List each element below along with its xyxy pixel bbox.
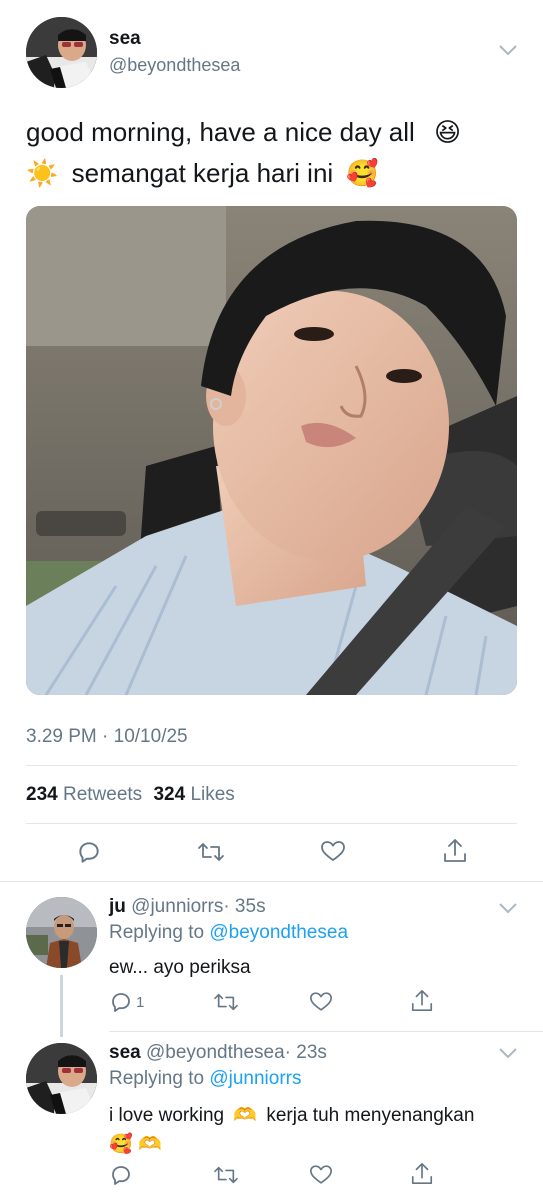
divider: [109, 1031, 543, 1032]
smiling-hearts-emoji: 🥰: [346, 158, 379, 188]
replying-to-handle[interactable]: @beyondthesea: [209, 922, 348, 943]
tweet-text-line-1: good morning, have a nice day all 😆: [26, 112, 526, 153]
share-icon[interactable]: [442, 837, 468, 865]
tweet-text-line2: semangat kerja hari ini: [71, 158, 334, 188]
sun-emoji: ☀️: [26, 158, 59, 188]
reply-author-handle[interactable]: @beyondthesea: [146, 1042, 285, 1063]
retweet-icon[interactable]: [197, 840, 225, 864]
replying-to-prefix: Replying to: [109, 922, 205, 943]
replying-to: Replying to @junniorrs: [109, 1068, 302, 1090]
reply-text: ew... ayo periksa: [109, 957, 251, 978]
reply-icon[interactable]: [109, 990, 133, 1014]
heart-hands-emoji: 🫶: [137, 1134, 162, 1155]
reply-time[interactable]: · 23s: [285, 1042, 327, 1063]
tweet-timestamp[interactable]: 3.29 PM · 10/10/25: [26, 726, 188, 748]
tweet-photo[interactable]: [26, 206, 517, 695]
replying-to-prefix: Replying to: [109, 1068, 205, 1089]
like-label[interactable]: Likes: [190, 784, 234, 805]
reply-text-line-1: i love working 🫶 kerja tuh menyenangkan: [109, 1101, 529, 1130]
retweet-label[interactable]: Retweets: [63, 784, 142, 805]
reply-text: i love working 🫶 kerja tuh menyenangkan …: [109, 1101, 529, 1159]
tweet-stats: 234 Retweets 324 Likes: [26, 784, 235, 806]
reply-header: sea @beyondthesea· 23s: [109, 1042, 327, 1064]
reply-author-handle[interactable]: @junniorrs: [131, 896, 223, 917]
replying-to-handle[interactable]: @junniorrs: [209, 1068, 301, 1089]
like-icon[interactable]: [320, 839, 346, 863]
replying-to: Replying to @beyondthesea: [109, 922, 348, 944]
reply-text-part-2: kerja tuh menyenangkan: [266, 1105, 475, 1126]
share-icon[interactable]: [410, 988, 434, 1014]
reply-author-name[interactable]: sea: [109, 1042, 141, 1063]
chevron-down-icon[interactable]: [498, 43, 518, 57]
reply-avatar[interactable]: [26, 1043, 97, 1114]
retweet-icon[interactable]: [213, 1164, 239, 1186]
heart-hands-emoji: 🫶: [233, 1105, 258, 1126]
divider: [26, 823, 517, 824]
reply-time[interactable]: · 35s: [223, 896, 265, 917]
like-icon[interactable]: [309, 990, 333, 1013]
reply-text-part-1: i love working: [109, 1105, 225, 1126]
tweet-text-line1: good morning, have a nice day all: [26, 117, 415, 147]
tweet-text: good morning, have a nice day all 😆 ☀️ s…: [26, 112, 526, 194]
divider: [0, 881, 543, 882]
tweet-text-line-2: ☀️ semangat kerja hari ini 🥰: [26, 153, 526, 194]
like-count[interactable]: 324: [153, 784, 185, 805]
chevron-down-icon[interactable]: [498, 1046, 518, 1060]
thread-line: [60, 975, 63, 1037]
reply-text-line-2: 🥰 🫶: [109, 1130, 529, 1159]
reply-icon[interactable]: [76, 839, 102, 865]
retweet-icon[interactable]: [213, 991, 239, 1013]
divider: [26, 765, 517, 766]
reply-count: 1: [136, 994, 145, 1011]
author-avatar[interactable]: [26, 17, 97, 88]
share-icon[interactable]: [410, 1161, 434, 1187]
reply-header: ju @junniorrs· 35s: [109, 896, 266, 918]
author-handle[interactable]: @beyondthesea: [109, 55, 240, 76]
smiling-hearts-emoji: 🥰: [109, 1134, 133, 1155]
chevron-down-icon[interactable]: [498, 901, 518, 915]
like-icon[interactable]: [309, 1163, 333, 1186]
laughing-emoji: 😆: [434, 117, 462, 147]
retweet-count[interactable]: 234: [26, 784, 58, 805]
reply-author-name[interactable]: ju: [109, 896, 126, 917]
reply-avatar[interactable]: [26, 897, 97, 968]
reply-icon[interactable]: [109, 1163, 133, 1187]
author-name[interactable]: sea: [109, 28, 141, 50]
